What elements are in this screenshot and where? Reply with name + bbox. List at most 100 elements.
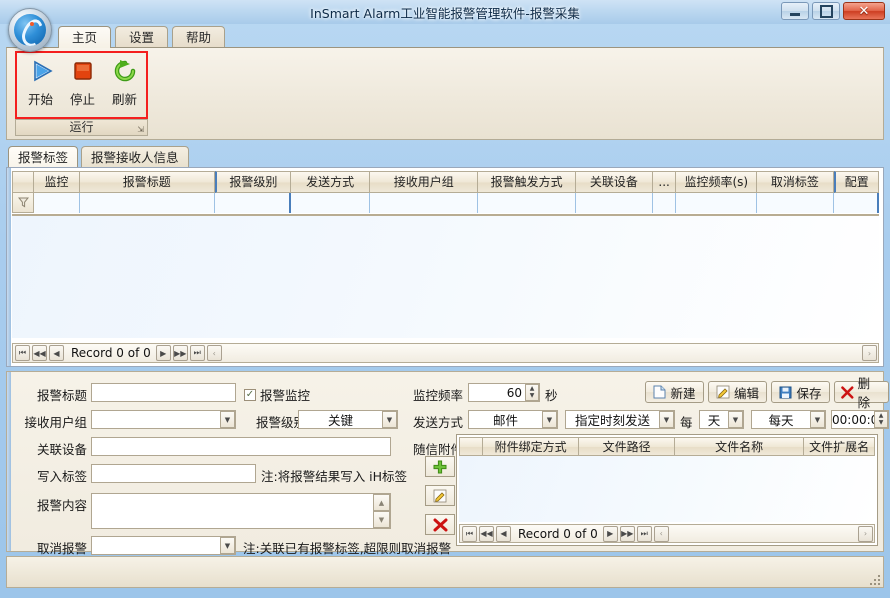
grid-col-alarm-level[interactable]: 报警级别	[214, 171, 292, 193]
refresh-button[interactable]: 刷新	[104, 55, 145, 113]
grid-nav-last[interactable]: ⏭	[189, 345, 205, 361]
cancel-alarm-note: 注:关联已有报警标签,超限则取消报警	[243, 541, 452, 556]
att-nav-last[interactable]: ⏭	[636, 525, 652, 542]
filter-cell[interactable]	[79, 193, 215, 213]
att-nav-expand[interactable]: ›	[858, 525, 873, 542]
save-button[interactable]: 保存	[771, 381, 830, 403]
grid-col-config[interactable]: 配置	[833, 171, 879, 193]
linked-device-label: 关联设备	[36, 442, 87, 457]
minimize-button[interactable]	[781, 2, 809, 20]
grid-nav-first[interactable]: ⏮	[15, 345, 30, 361]
alarm-title-input[interactable]	[91, 383, 236, 402]
chevron-down-icon[interactable]: ▼	[220, 411, 235, 428]
filter-funnel-icon[interactable]	[12, 193, 35, 213]
send-method-select[interactable]: 邮件 ▼	[468, 410, 558, 429]
chevron-down-icon[interactable]: ▼	[542, 411, 557, 428]
grid-col-select[interactable]	[12, 171, 35, 193]
grid-col-receiver-group[interactable]: 接收用户组	[370, 171, 479, 193]
delete-button[interactable]: 删除	[834, 376, 889, 410]
cancel-alarm-select[interactable]: ▼	[91, 536, 236, 555]
resize-grip-icon[interactable]	[870, 575, 880, 585]
chevron-down-icon[interactable]: ▼	[659, 411, 674, 428]
maximize-button[interactable]	[812, 2, 840, 20]
grid-col-more[interactable]: ...	[653, 171, 677, 193]
att-nav-first[interactable]: ⏮	[462, 525, 477, 542]
att-col-file-name[interactable]: 文件名称	[674, 437, 805, 456]
grid-navigator: ⏮ ◀◀ ◀ Record 0 of 0 ▶ ▶▶ ⏭ ‹ ›	[12, 343, 879, 363]
period-unit-select[interactable]: 天 ▼	[699, 410, 744, 429]
grid-nav-expand[interactable]: ›	[862, 345, 877, 361]
att-col-bind-method[interactable]: 附件绑定方式	[482, 437, 580, 456]
att-nav-next[interactable]: ▶	[602, 525, 618, 542]
alarm-monitor-checkbox[interactable]: ✓ 报警监控	[244, 385, 310, 404]
monitor-freq-value: 60	[506, 385, 522, 400]
send-timing-select[interactable]: 指定时刻发送 ▼	[565, 410, 675, 429]
textarea-scroll[interactable]: ▲ ▼	[373, 494, 390, 528]
delete-attachment-button[interactable]	[425, 514, 455, 535]
filter-cell[interactable]	[833, 193, 880, 213]
grid-nav-next-page[interactable]: ▶▶	[172, 345, 188, 361]
grid-nav-prev-page[interactable]: ◀◀	[32, 345, 47, 361]
add-attachment-button[interactable]	[425, 456, 455, 477]
grid-col-monitor-freq[interactable]: 监控频率(s)	[676, 171, 758, 193]
dialog-launcher-icon[interactable]: ⇲	[137, 122, 144, 137]
checkbox-check-icon: ✓	[244, 388, 256, 401]
att-nav-next-page[interactable]: ▶▶	[619, 525, 635, 542]
filter-cell[interactable]	[478, 193, 576, 213]
grid-nav-collapse[interactable]: ‹	[206, 345, 222, 361]
filter-cell[interactable]	[370, 193, 479, 213]
scroll-down-icon[interactable]: ▼	[373, 511, 390, 528]
close-button[interactable]: ✕	[843, 2, 885, 20]
monitor-freq-spinner[interactable]: 60 ▲ ▼	[468, 383, 540, 402]
grid-col-alarm-title[interactable]: 报警标题	[79, 171, 215, 193]
att-nav-prev[interactable]: ◀	[496, 525, 511, 542]
edit-button[interactable]: 编辑	[708, 381, 767, 403]
grid-nav-next[interactable]: ▶	[155, 345, 171, 361]
every-label: 每	[680, 415, 693, 430]
receiver-group-select[interactable]: ▼	[91, 410, 236, 429]
att-col-file-path[interactable]: 文件路径	[579, 437, 675, 456]
att-nav-prev-page[interactable]: ◀◀	[479, 525, 494, 542]
ribbon-tab-help[interactable]: 帮助	[172, 26, 226, 48]
grid-nav-prev[interactable]: ◀	[49, 345, 64, 361]
alarm-content-textarea[interactable]: ▲ ▼	[91, 493, 391, 529]
tab-alarm-receivers[interactable]: 报警接收人信息	[81, 146, 189, 168]
filter-cell[interactable]	[34, 193, 80, 213]
send-time-spinner[interactable]: 00:00:00 ▲▼	[831, 410, 889, 429]
grid-col-cancel-tag[interactable]: 取消标签	[757, 171, 834, 193]
start-button[interactable]: 开始	[20, 55, 61, 113]
att-nav-collapse[interactable]: ‹	[653, 525, 669, 542]
filter-cell[interactable]	[653, 193, 677, 213]
stop-button[interactable]: 停止	[62, 55, 103, 113]
chevron-down-icon[interactable]: ▼	[810, 411, 825, 428]
chevron-down-icon[interactable]: ▼	[220, 537, 235, 554]
period-detail-select[interactable]: 每天 ▼	[751, 410, 826, 429]
alarm-level-select[interactable]: 关键 ▼	[298, 410, 398, 429]
filter-cell[interactable]	[676, 193, 758, 213]
close-icon: ✕	[858, 3, 870, 19]
filter-cell[interactable]	[575, 193, 654, 213]
att-col-select[interactable]	[459, 437, 483, 456]
scroll-up-icon[interactable]: ▲	[373, 494, 390, 511]
save-floppy-icon	[779, 386, 792, 398]
edit-attachment-button[interactable]	[425, 485, 455, 506]
chevron-down-icon[interactable]: ▼	[382, 411, 397, 428]
ribbon-tab-home[interactable]: 主页	[58, 26, 112, 48]
grid-col-linked-device[interactable]: 关联设备	[575, 171, 654, 193]
filter-cell[interactable]	[757, 193, 834, 213]
ribbon-tab-settings[interactable]: 设置	[115, 26, 169, 48]
spinner-arrows-icon[interactable]: ▲ ▼	[874, 411, 888, 428]
filter-cell[interactable]	[214, 193, 292, 213]
grid-col-monitor[interactable]: 监控	[34, 171, 80, 193]
chevron-down-icon[interactable]: ▼	[728, 411, 743, 428]
app-logo-icon	[8, 8, 52, 52]
att-col-file-ext[interactable]: 文件扩展名	[804, 437, 875, 456]
tab-alarm-tags[interactable]: 报警标签	[8, 146, 79, 168]
write-tag-input[interactable]	[91, 464, 256, 483]
spinner-arrows-icon[interactable]: ▲ ▼	[525, 384, 539, 401]
grid-col-send-method[interactable]: 发送方式	[291, 171, 371, 193]
linked-device-input[interactable]	[91, 437, 391, 456]
filter-cell[interactable]	[291, 193, 371, 213]
grid-col-trigger-method[interactable]: 报警触发方式	[478, 171, 576, 193]
new-button[interactable]: 新建	[645, 381, 704, 403]
